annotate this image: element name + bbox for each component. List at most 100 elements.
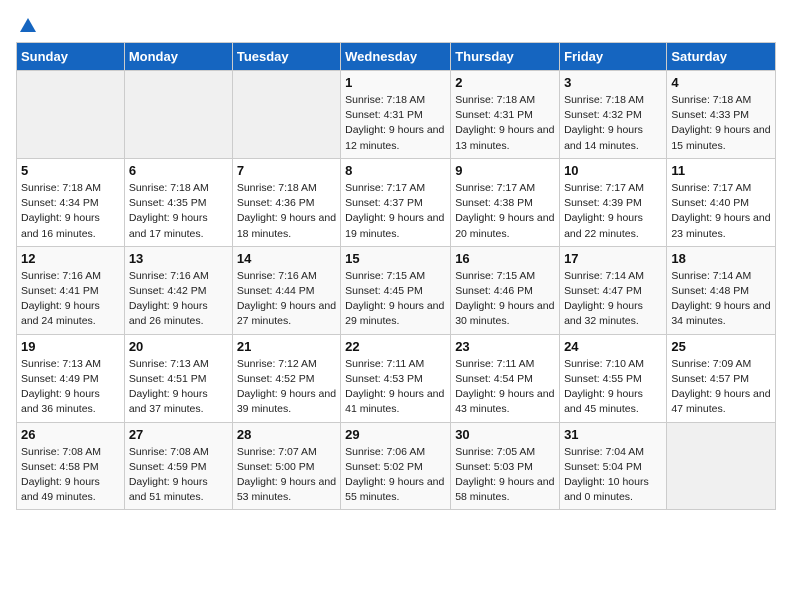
calendar-cell: 1 Sunrise: 7:18 AMSunset: 4:31 PMDaylight… (341, 71, 451, 159)
day-number: 20 (129, 339, 228, 354)
calendar-cell: 2Sunrise: 7:18 AMSunset: 4:31 PMDaylight… (451, 71, 560, 159)
weekday-header-saturday: Saturday (667, 43, 776, 71)
day-number: 18 (671, 251, 771, 266)
calendar-cell: 26 Sunrise: 7:08 AMSunset: 4:58 PMDayligh… (17, 422, 125, 510)
day-number: 30 (455, 427, 555, 442)
calendar-cell: 25 Sunrise: 7:09 AMSunset: 4:57 PMDayligh… (667, 334, 776, 422)
day-info: Sunrise: 7:18 AMSunset: 4:36 PMDaylight:… (237, 181, 336, 242)
day-info: Sunrise: 7:16 AMSunset: 4:41 PMDaylight:… (21, 269, 120, 330)
day-number: 2 (455, 75, 555, 90)
day-number: 12 (21, 251, 120, 266)
day-number: 31 (564, 427, 662, 442)
day-info: Sunrise: 7:18 AMSunset: 4:33 PMDaylight:… (671, 93, 771, 154)
day-number: 13 (129, 251, 228, 266)
weekday-header-wednesday: Wednesday (341, 43, 451, 71)
day-info: Sunrise: 7:10 AMSunset: 4:55 PMDaylight:… (564, 357, 662, 418)
weekday-header-tuesday: Tuesday (232, 43, 340, 71)
day-info: Sunrise: 7:12 AMSunset: 4:52 PMDaylight:… (237, 357, 336, 418)
calendar-cell: 30 Sunrise: 7:05 AMSunset: 5:03 PMDayligh… (451, 422, 560, 510)
weekday-header-thursday: Thursday (451, 43, 560, 71)
calendar-cell: 29 Sunrise: 7:06 AMSunset: 5:02 PMDayligh… (341, 422, 451, 510)
weekday-header-monday: Monday (124, 43, 232, 71)
day-number: 5 (21, 163, 120, 178)
calendar-week-3: 12 Sunrise: 7:16 AMSunset: 4:41 PMDayligh… (17, 246, 776, 334)
calendar-cell: 17 Sunrise: 7:14 AMSunset: 4:47 PMDayligh… (560, 246, 667, 334)
day-info: Sunrise: 7:16 AMSunset: 4:44 PMDaylight:… (237, 269, 336, 330)
calendar-week-5: 26 Sunrise: 7:08 AMSunset: 4:58 PMDayligh… (17, 422, 776, 510)
logo (16, 16, 38, 32)
day-number: 1 (345, 75, 446, 90)
calendar-cell: 19 Sunrise: 7:13 AMSunset: 4:49 PMDayligh… (17, 334, 125, 422)
day-info: Sunrise: 7:18 AMSunset: 4:32 PMDaylight:… (564, 93, 662, 154)
day-number: 24 (564, 339, 662, 354)
day-number: 14 (237, 251, 336, 266)
calendar-week-4: 19 Sunrise: 7:13 AMSunset: 4:49 PMDayligh… (17, 334, 776, 422)
day-info: Sunrise: 7:11 AMSunset: 4:53 PMDaylight:… (345, 357, 446, 418)
day-number: 15 (345, 251, 446, 266)
calendar-cell: 7 Sunrise: 7:18 AMSunset: 4:36 PMDaylight… (232, 158, 340, 246)
day-number: 6 (129, 163, 228, 178)
calendar-cell: 5Sunrise: 7:18 AMSunset: 4:34 PMDaylight… (17, 158, 125, 246)
calendar-table: SundayMondayTuesdayWednesdayThursdayFrid… (16, 42, 776, 510)
day-number: 28 (237, 427, 336, 442)
day-number: 16 (455, 251, 555, 266)
calendar-week-2: 5Sunrise: 7:18 AMSunset: 4:34 PMDaylight… (17, 158, 776, 246)
day-number: 7 (237, 163, 336, 178)
day-info: Sunrise: 7:16 AMSunset: 4:42 PMDaylight:… (129, 269, 228, 330)
calendar-cell (124, 71, 232, 159)
day-number: 27 (129, 427, 228, 442)
calendar-cell: 4Sunrise: 7:18 AMSunset: 4:33 PMDaylight… (667, 71, 776, 159)
calendar-week-1: 1 Sunrise: 7:18 AMSunset: 4:31 PMDaylight… (17, 71, 776, 159)
day-info: Sunrise: 7:14 AMSunset: 4:47 PMDaylight:… (564, 269, 662, 330)
day-info: Sunrise: 7:17 AMSunset: 4:40 PMDaylight:… (671, 181, 771, 242)
day-number: 9 (455, 163, 555, 178)
calendar-cell: 14 Sunrise: 7:16 AMSunset: 4:44 PMDayligh… (232, 246, 340, 334)
calendar-cell: 28 Sunrise: 7:07 AMSunset: 5:00 PMDayligh… (232, 422, 340, 510)
day-info: Sunrise: 7:13 AMSunset: 4:51 PMDaylight:… (129, 357, 228, 418)
calendar-cell: 15Sunrise: 7:15 AMSunset: 4:45 PMDayligh… (341, 246, 451, 334)
day-number: 23 (455, 339, 555, 354)
day-info: Sunrise: 7:06 AMSunset: 5:02 PMDaylight:… (345, 445, 446, 506)
calendar-cell: 6 Sunrise: 7:18 AMSunset: 4:35 PMDaylight… (124, 158, 232, 246)
day-info: Sunrise: 7:17 AMSunset: 4:38 PMDaylight:… (455, 181, 555, 242)
day-info: Sunrise: 7:17 AMSunset: 4:39 PMDaylight:… (564, 181, 662, 242)
day-info: Sunrise: 7:15 AMSunset: 4:46 PMDaylight:… (455, 269, 555, 330)
day-info: Sunrise: 7:13 AMSunset: 4:49 PMDaylight:… (21, 357, 120, 418)
day-number: 17 (564, 251, 662, 266)
day-number: 3 (564, 75, 662, 90)
day-info: Sunrise: 7:18 AMSunset: 4:31 PMDaylight:… (345, 93, 446, 154)
day-info: Sunrise: 7:14 AMSunset: 4:48 PMDaylight:… (671, 269, 771, 330)
day-number: 26 (21, 427, 120, 442)
day-info: Sunrise: 7:17 AMSunset: 4:37 PMDaylight:… (345, 181, 446, 242)
day-number: 11 (671, 163, 771, 178)
calendar-cell: 21Sunrise: 7:12 AMSunset: 4:52 PMDayligh… (232, 334, 340, 422)
calendar-cell: 9 Sunrise: 7:17 AMSunset: 4:38 PMDaylight… (451, 158, 560, 246)
calendar-cell: 22 Sunrise: 7:11 AMSunset: 4:53 PMDayligh… (341, 334, 451, 422)
weekday-header-sunday: Sunday (17, 43, 125, 71)
day-info: Sunrise: 7:07 AMSunset: 5:00 PMDaylight:… (237, 445, 336, 506)
calendar-cell: 18 Sunrise: 7:14 AMSunset: 4:48 PMDayligh… (667, 246, 776, 334)
day-info: Sunrise: 7:08 AMSunset: 4:58 PMDaylight:… (21, 445, 120, 506)
calendar-cell: 8Sunrise: 7:17 AMSunset: 4:37 PMDaylight… (341, 158, 451, 246)
day-number: 19 (21, 339, 120, 354)
day-info: Sunrise: 7:04 AMSunset: 5:04 PMDaylight:… (564, 445, 662, 506)
day-number: 25 (671, 339, 771, 354)
day-info: Sunrise: 7:05 AMSunset: 5:03 PMDaylight:… (455, 445, 555, 506)
calendar-cell: 12 Sunrise: 7:16 AMSunset: 4:41 PMDayligh… (17, 246, 125, 334)
calendar-cell: 3 Sunrise: 7:18 AMSunset: 4:32 PMDaylight… (560, 71, 667, 159)
day-info: Sunrise: 7:09 AMSunset: 4:57 PMDaylight:… (671, 357, 771, 418)
day-info: Sunrise: 7:11 AMSunset: 4:54 PMDaylight:… (455, 357, 555, 418)
day-number: 29 (345, 427, 446, 442)
day-number: 10 (564, 163, 662, 178)
day-info: Sunrise: 7:18 AMSunset: 4:35 PMDaylight:… (129, 181, 228, 242)
header (16, 16, 776, 32)
calendar-cell: 23 Sunrise: 7:11 AMSunset: 4:54 PMDayligh… (451, 334, 560, 422)
calendar-cell: 11 Sunrise: 7:17 AMSunset: 4:40 PMDayligh… (667, 158, 776, 246)
day-number: 22 (345, 339, 446, 354)
calendar-cell (232, 71, 340, 159)
calendar-cell: 13 Sunrise: 7:16 AMSunset: 4:42 PMDayligh… (124, 246, 232, 334)
day-info: Sunrise: 7:08 AMSunset: 4:59 PMDaylight:… (129, 445, 228, 506)
calendar-cell: 27 Sunrise: 7:08 AMSunset: 4:59 PMDayligh… (124, 422, 232, 510)
calendar-cell: 24 Sunrise: 7:10 AMSunset: 4:55 PMDayligh… (560, 334, 667, 422)
calendar-cell (17, 71, 125, 159)
